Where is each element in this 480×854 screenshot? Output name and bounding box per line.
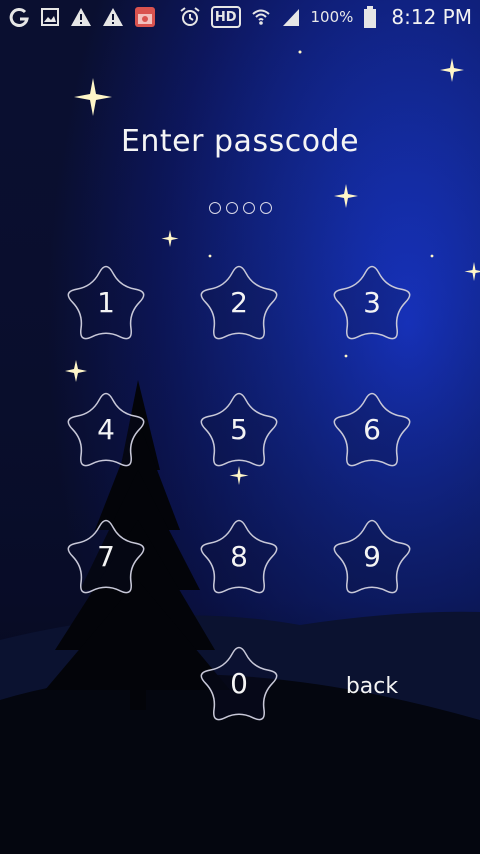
passcode-dot [225, 202, 238, 214]
warning-icon [70, 7, 92, 27]
passcode-dots [0, 202, 480, 214]
keypad-key-5[interactable]: 5 [189, 383, 289, 479]
alarm-icon [179, 6, 201, 28]
keypad-key-0[interactable]: 0 [189, 637, 289, 733]
hd-icon: HD [210, 6, 241, 28]
passcode-dot [242, 202, 255, 214]
keypad-key-8[interactable]: 8 [189, 510, 289, 606]
keypad-key-9[interactable]: 9 [322, 510, 422, 606]
passcode-dot [259, 202, 272, 214]
clock: 8:12 PM [391, 5, 472, 29]
keypad-key-6[interactable]: 6 [322, 383, 422, 479]
wifi-icon [251, 7, 271, 27]
back-button[interactable]: back [322, 674, 422, 699]
swirl-app-icon [8, 7, 30, 27]
keypad-key-1[interactable]: 1 [56, 256, 156, 352]
image-icon [40, 7, 60, 27]
battery-percent: 100% [310, 8, 354, 26]
passcode-dot [208, 202, 221, 214]
warning-icon [102, 7, 124, 27]
status-bar: HD 100% 8:12 PM [0, 0, 480, 34]
keypad-key-3[interactable]: 3 [322, 256, 422, 352]
signal-icon [281, 7, 301, 27]
calendar-app-icon [134, 6, 156, 28]
keypad-key-7[interactable]: 7 [56, 510, 156, 606]
battery-icon [363, 6, 377, 28]
keypad-key-2[interactable]: 2 [189, 256, 289, 352]
keypad-key-4[interactable]: 4 [56, 383, 156, 479]
passcode-title: Enter passcode [120, 124, 360, 159]
